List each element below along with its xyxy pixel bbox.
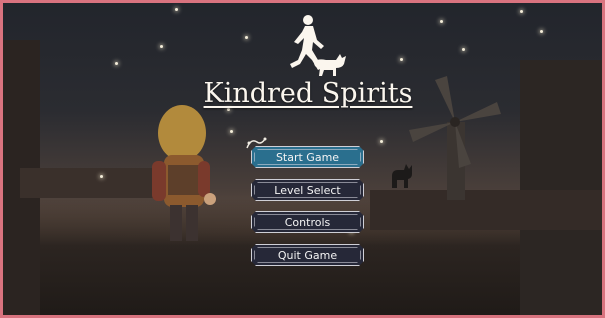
game-title: Kindred Spirits bbox=[203, 78, 413, 109]
sparkle bbox=[520, 10, 523, 13]
level-select-label: Level Select bbox=[274, 183, 341, 197]
running-child-and-dog-icon bbox=[290, 15, 346, 76]
sparkle bbox=[245, 36, 248, 39]
sparkle bbox=[230, 130, 233, 133]
title-screen: Kindred Spirits Start Game Level Select … bbox=[0, 0, 605, 318]
sparkle bbox=[100, 175, 103, 178]
player-character bbox=[152, 105, 216, 241]
sparkle bbox=[400, 58, 403, 61]
sparkle bbox=[462, 48, 465, 51]
start-game-button[interactable]: Start Game bbox=[251, 146, 364, 168]
level-select-button[interactable]: Level Select bbox=[251, 179, 364, 201]
sparkle bbox=[440, 20, 443, 23]
controls-label: Controls bbox=[284, 215, 331, 229]
sparkle bbox=[160, 45, 163, 48]
sparkle bbox=[540, 30, 543, 33]
quit-game-label: Quit Game bbox=[277, 248, 338, 262]
controls-button[interactable]: Controls bbox=[251, 211, 364, 233]
quit-game-button[interactable]: Quit Game bbox=[251, 244, 364, 266]
dog-companion bbox=[392, 164, 412, 188]
wall-right bbox=[520, 60, 605, 318]
sparkle bbox=[115, 62, 118, 65]
windmill-silhouette bbox=[409, 76, 501, 200]
start-game-label: Start Game bbox=[275, 150, 340, 164]
sparkle bbox=[380, 140, 383, 143]
sparkle bbox=[175, 8, 178, 11]
